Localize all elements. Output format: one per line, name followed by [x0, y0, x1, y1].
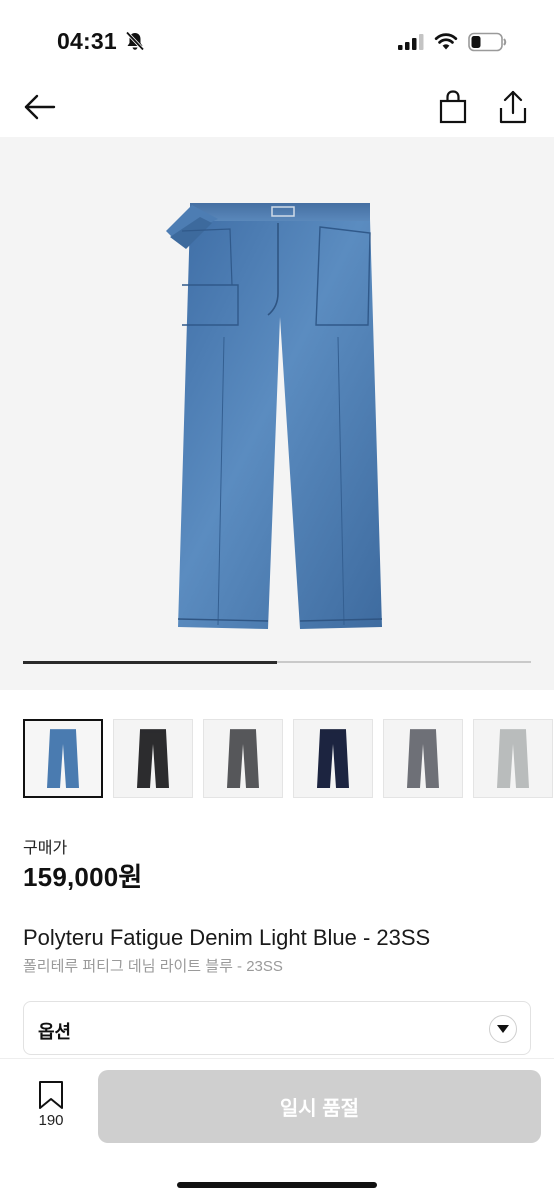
thumbnail-image [317, 728, 349, 788]
color-thumbnail-charcoal[interactable] [203, 719, 283, 798]
gallery-progress-track [23, 660, 531, 664]
product-image [166, 203, 383, 629]
price-value: 159,000원 [23, 862, 143, 892]
bottom-bar-divider [0, 1058, 554, 1059]
gallery-progress-indicator [23, 660, 277, 664]
status-bar: 04:31 [0, 0, 554, 80]
price-label: 구매가 [23, 840, 68, 857]
sold-out-button[interactable]: 일시 품절 [98, 1070, 541, 1143]
bookmark-icon [39, 1081, 63, 1109]
cellular-signal-icon [398, 34, 424, 50]
thumbnail-image [47, 728, 79, 788]
share-icon[interactable] [496, 88, 530, 126]
color-thumbnail-black[interactable] [113, 719, 193, 798]
product-image-gallery[interactable] [0, 137, 554, 690]
shopping-bag-icon[interactable] [436, 88, 470, 126]
battery-icon [468, 32, 507, 52]
color-thumbnail-gray[interactable] [383, 719, 463, 798]
thumbnail-image [497, 728, 529, 788]
status-time: 04:31 [57, 28, 117, 54]
product-title: Polyteru Fatigue Denim Light Blue - 23SS [23, 925, 431, 950]
color-thumbnail-light-blue[interactable] [23, 719, 103, 798]
color-thumbnail-light-gray[interactable] [473, 719, 553, 798]
thumbnail-image [227, 728, 259, 788]
back-arrow-icon[interactable] [20, 90, 58, 124]
color-thumbnail-navy[interactable] [293, 719, 373, 798]
dropdown-caret-icon [489, 1015, 517, 1043]
wishlist-button[interactable]: 190 [24, 1078, 80, 1138]
bell-off-icon [125, 31, 145, 51]
color-thumbnail-strip[interactable] [0, 719, 554, 799]
home-indicator [177, 1182, 377, 1188]
thumbnail-image [137, 728, 169, 788]
wifi-icon [434, 33, 458, 50]
option-select[interactable]: 옵션 [23, 1001, 531, 1055]
option-label: 옵션 [38, 1022, 72, 1042]
nav-bar [0, 80, 554, 136]
product-subtitle: 폴리테루 퍼티그 데님 라이트 블루 - 23SS [23, 958, 283, 975]
thumbnail-image [407, 728, 439, 788]
wishlist-count: 190 [38, 1112, 64, 1129]
